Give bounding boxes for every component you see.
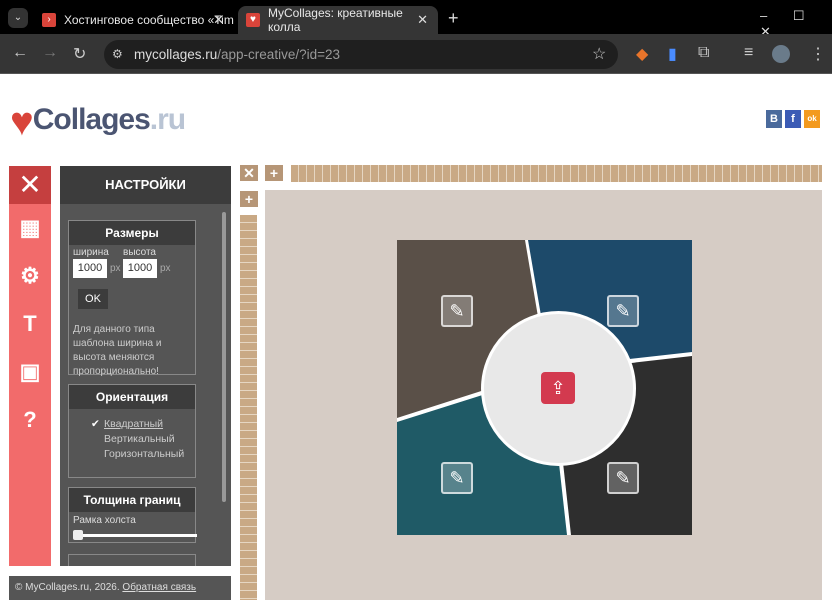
footer: © MyCollages.ru, 2026. Обратная связь (9, 576, 231, 600)
site-logo[interactable]: ♥Collages.ru (10, 100, 186, 145)
tab-timeweb[interactable]: › Хостинговое сообщество «Tim ✕ (34, 6, 234, 34)
panel-scrollbar[interactable] (222, 212, 226, 502)
tool-sidebar: ✕ ▦ ⚙ T ▣ ? (9, 166, 51, 566)
extensions-icon[interactable]: ⧉ (698, 44, 709, 62)
frame-slider-track[interactable] (73, 534, 197, 537)
panel-title: НАСТРОЙКИ (60, 166, 231, 204)
orientation-square[interactable]: ✔ Квадратный (91, 417, 195, 432)
orientation-horizontal[interactable]: Горизонтальный (91, 447, 195, 462)
close-tab-icon[interactable]: ✕ (213, 12, 224, 28)
tab-search-button[interactable]: ⌄ (8, 8, 28, 28)
width-input[interactable]: 1000 (73, 259, 107, 278)
borders-section: Толщина границ Рамка холста (68, 487, 197, 543)
help-icon[interactable]: ? (9, 396, 51, 444)
address-bar[interactable]: mycollages.ru/app-creative/?id=23 (104, 40, 618, 69)
orientation-vertical[interactable]: Вертикальный (91, 432, 195, 447)
heart-logo-icon: ♥ (10, 100, 34, 144)
option-label: Квадратный (104, 418, 164, 430)
canvas-frame-label: Рамка холста (73, 515, 136, 526)
width-label: ширина (73, 247, 109, 258)
favicon-icon: › (42, 13, 56, 27)
bookmark-star-icon[interactable]: ☆ (592, 44, 606, 64)
section-title: Размеры (69, 221, 195, 245)
gear-icon[interactable]: ⚙ (9, 252, 51, 300)
back-icon[interactable]: ← (12, 44, 28, 62)
next-section (68, 554, 196, 566)
new-tab-button[interactable]: + (448, 8, 459, 29)
feedback-link[interactable]: Обратная связь (122, 582, 196, 593)
edit-photo-icon[interactable]: ✎ (607, 462, 639, 494)
forward-icon[interactable]: → (42, 44, 58, 62)
url-host: mycollages.ru (134, 47, 218, 62)
sizes-section: Размеры ширина высота 1000 px 1000 px OK… (68, 220, 196, 377)
reload-icon[interactable]: ↻ (73, 44, 86, 64)
section-title: Толщина границ (69, 488, 195, 512)
tab-title: MyCollages: креативные колла (267, 6, 403, 34)
add-row-button[interactable]: + (240, 191, 258, 207)
menu-icon[interactable]: ⋮ (810, 44, 826, 64)
frame-slider-handle[interactable] (73, 530, 83, 540)
edit-photo-icon[interactable]: ✎ (607, 295, 639, 327)
bitwarden-extension-icon[interactable]: ▮ (668, 44, 677, 64)
edit-photo-icon[interactable]: ✎ (441, 462, 473, 494)
favicon-icon: ♥ (246, 13, 260, 27)
ok-button[interactable]: OK (78, 289, 108, 309)
facebook-share-button[interactable]: f (785, 110, 801, 128)
close-icon[interactable]: ✕ (9, 166, 51, 204)
upload-icon[interactable]: ⇪ (541, 372, 575, 404)
site-info-icon[interactable]: ⚙ (112, 47, 123, 61)
orientation-section: Ориентация ✔ Квадратный Вертикальный Гори… (68, 384, 196, 478)
close-tab-icon[interactable]: ✕ (417, 12, 428, 28)
vk-share-button[interactable]: B (766, 110, 782, 128)
horizontal-ruler[interactable] (291, 165, 822, 182)
section-title: Ориентация (69, 385, 195, 409)
save-icon[interactable]: ▣ (9, 348, 51, 396)
settings-panel: НАСТРОЙКИ Размеры ширина высота 1000 px … (60, 166, 231, 566)
media-control-icon[interactable]: ≡ (744, 44, 753, 62)
px-unit: px (110, 263, 121, 274)
remove-button[interactable]: ✕ (240, 165, 258, 181)
px-unit: px (160, 263, 171, 274)
metamask-extension-icon[interactable]: ◆ (636, 44, 648, 64)
grid-icon[interactable]: ▦ (9, 204, 51, 252)
height-label: высота (123, 247, 156, 258)
tab-title: Хостинговое сообщество «Tim (64, 13, 234, 27)
logo-text: Collages (32, 103, 151, 136)
sizes-note: Для данного типа шаблона ширина и высота… (73, 324, 162, 377)
profile-avatar[interactable] (772, 45, 790, 63)
check-icon: ✔ (91, 418, 100, 430)
text-icon[interactable]: T (9, 300, 51, 348)
tab-mycollages[interactable]: ♥ MyCollages: креативные колла ✕ (238, 6, 438, 34)
add-column-button[interactable]: + (265, 165, 283, 181)
logo-ru: .ru (149, 103, 186, 136)
height-input[interactable]: 1000 (123, 259, 157, 278)
copyright: © MyCollages.ru, 2026. (15, 582, 120, 593)
vertical-ruler[interactable] (240, 215, 257, 600)
edit-photo-icon[interactable]: ✎ (441, 295, 473, 327)
url-path: /app-creative/?id=23 (217, 47, 340, 62)
ok-share-button[interactable]: ok (804, 110, 820, 128)
